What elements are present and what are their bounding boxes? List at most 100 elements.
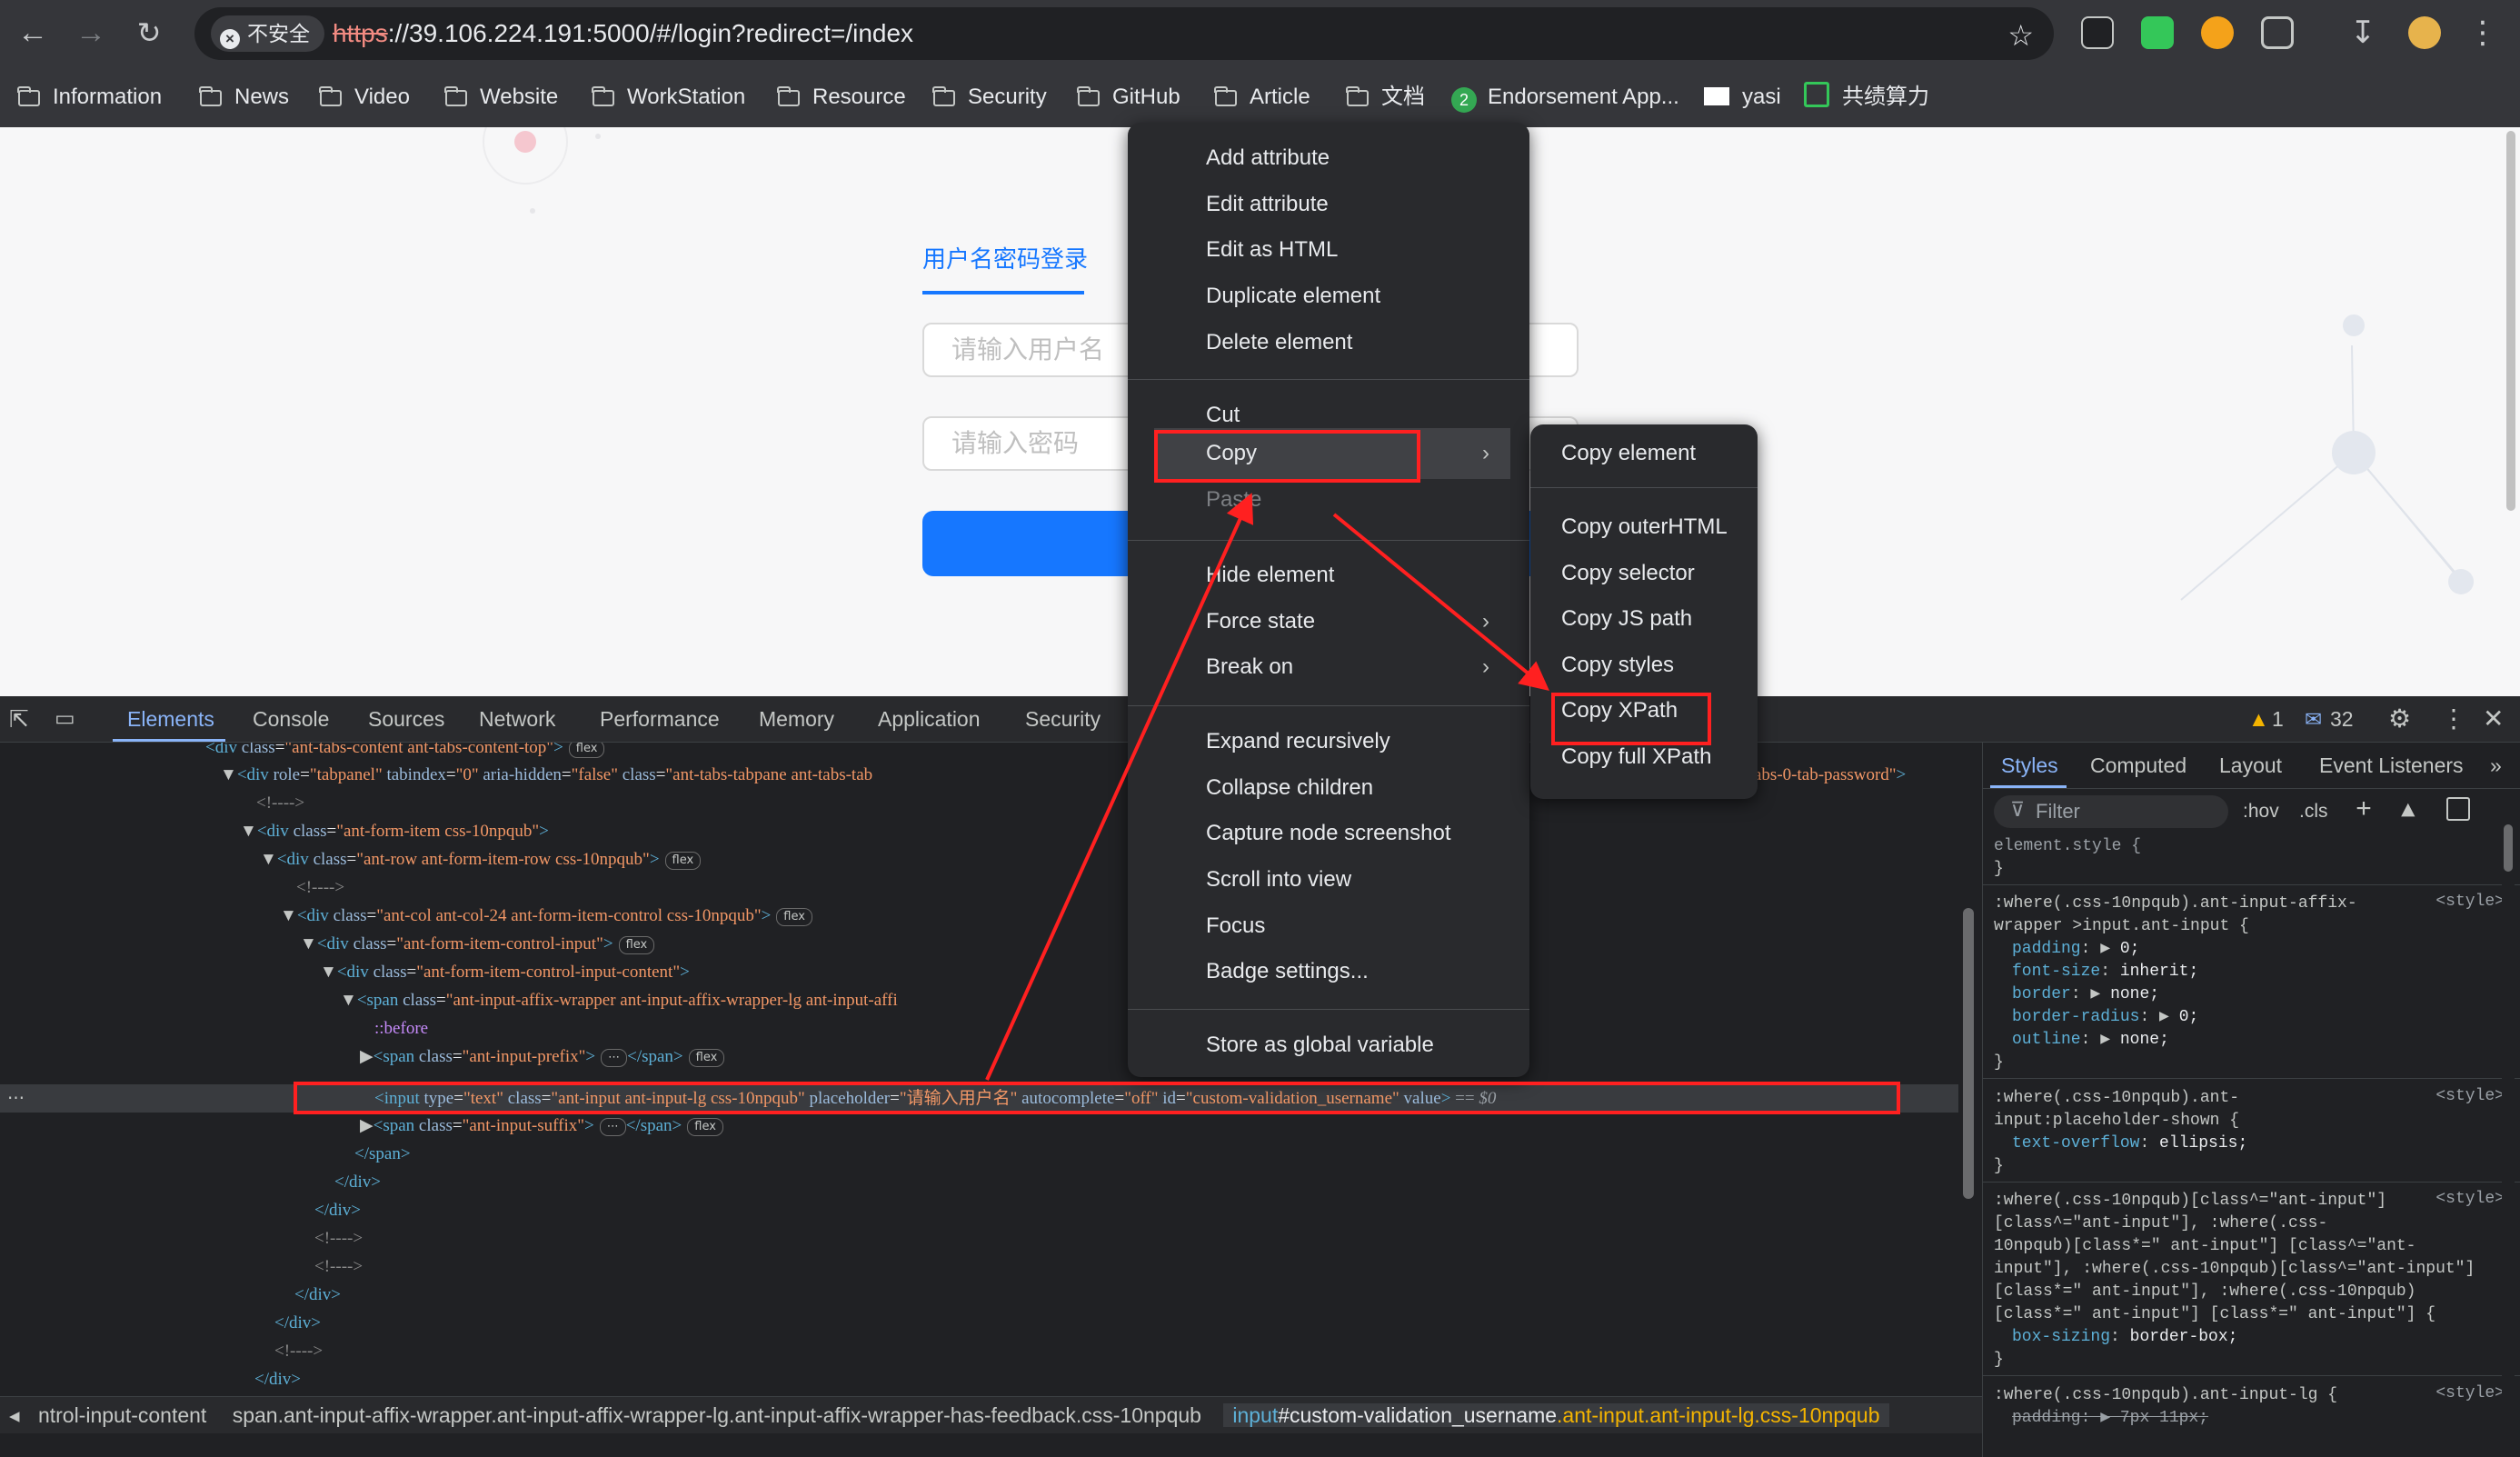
dom-comment[interactable]: <!----> — [256, 789, 304, 817]
toggle-sidebar-icon[interactable] — [2446, 797, 2470, 821]
dom-close[interactable]: </div> — [314, 1196, 361, 1224]
breadcrumb-item[interactable]: ntrol-input-content — [38, 1403, 206, 1427]
warning-count[interactable]: 1 — [2272, 696, 2284, 742]
menu-item-edit-attribute[interactable]: Edit attribute — [1206, 183, 1329, 226]
tab-security[interactable]: Security — [1025, 696, 1101, 742]
breadcrumb-item-current[interactable]: input#custom-validation_username.ant-inp… — [1223, 1403, 1889, 1427]
dom-close[interactable]: </span> — [354, 1140, 411, 1168]
dom-node[interactable]: ▼<div class="ant-form-item-control-input… — [300, 930, 655, 958]
style-declaration[interactable]: border: ▶ none; — [2012, 983, 2159, 1006]
tab-sources[interactable]: Sources — [368, 696, 444, 742]
menu-item-store-as-global-variable[interactable]: Store as global variable — [1206, 1023, 1434, 1067]
menu-item-break-on[interactable]: Break on — [1206, 645, 1293, 689]
url-text[interactable]: https://39.106.224.191:5000/#/login?redi… — [333, 7, 913, 60]
address-bar[interactable]: × 不安全 https://39.106.224.191:5000/#/login… — [194, 7, 2054, 60]
style-declaration[interactable]: border-radius: ▶ 0; — [2012, 1006, 2198, 1029]
style-declaration[interactable]: font-size: inherit; — [2012, 961, 2198, 983]
dom-node[interactable]: ▼<div class="ant-col ant-col-24 ant-form… — [280, 902, 812, 930]
menu-item-capture-node-screenshot[interactable]: Capture node screenshot — [1206, 812, 1451, 855]
menu-item-hide-element[interactable]: Hide element — [1206, 554, 1334, 597]
menu-item-collapse-children[interactable]: Collapse children — [1206, 766, 1373, 810]
bookmark-star-icon[interactable]: ☆ — [2007, 18, 2034, 53]
bookmark-folder[interactable]: Article — [1214, 67, 1310, 127]
dom-comment[interactable]: <!----> — [314, 1224, 363, 1252]
menu-item-badge-settings[interactable]: Badge settings... — [1206, 950, 1369, 993]
dom-node[interactable]: ▼<span class="ant-input-affix-wrapper an… — [340, 986, 898, 1014]
dom-node[interactable]: ▼<div role="tabpanel" tabindex="0" aria-… — [220, 761, 872, 789]
tab-network[interactable]: Network — [479, 696, 555, 742]
menu-item-scroll-into-view[interactable]: Scroll into view — [1206, 858, 1351, 902]
style-declaration[interactable]: text-overflow: ellipsis; — [2012, 1133, 2247, 1155]
styles-scroll-thumb[interactable] — [2504, 824, 2513, 872]
settings-gear-icon[interactable]: ⚙ — [2388, 696, 2411, 742]
style-source-link[interactable]: <style> — [2435, 1384, 2505, 1402]
more-tabs-icon[interactable]: » — [2490, 743, 2502, 788]
paint-icon[interactable]: ▲ — [2401, 797, 2415, 824]
menu-item-force-state[interactable]: Force state — [1206, 600, 1315, 644]
tab-elements[interactable]: Elements — [127, 696, 214, 742]
menu-item-copy-element[interactable]: Copy element — [1561, 432, 1696, 475]
extension-icon[interactable] — [2201, 16, 2234, 49]
style-declaration[interactable]: outline: ▶ none; — [2012, 1029, 2169, 1052]
ellipsis-badge[interactable]: ⋯ — [601, 1049, 628, 1067]
menu-item-copy-js-path[interactable]: Copy JS path — [1561, 597, 1692, 641]
menu-item-expand-recursively[interactable]: Expand recursively — [1206, 720, 1390, 763]
menu-item-copy-outerhtml[interactable]: Copy outerHTML — [1561, 505, 1728, 549]
back-icon[interactable]: ← — [15, 15, 51, 51]
tab-computed[interactable]: Computed — [2090, 743, 2186, 788]
more-menu-icon[interactable]: ⋮ — [2465, 15, 2501, 51]
dom-close[interactable]: </div> — [274, 1309, 321, 1337]
menu-item-delete-element[interactable]: Delete element — [1206, 321, 1352, 364]
style-source-link[interactable]: <style> — [2435, 1087, 2505, 1105]
tab-event-listeners[interactable]: Event Listeners — [2319, 743, 2464, 788]
tab-layout[interactable]: Layout — [2219, 743, 2282, 788]
flex-badge[interactable]: flex — [688, 1049, 725, 1067]
bookmark-folder[interactable]: Resource — [777, 67, 906, 127]
bookmark-folder[interactable]: 文档 — [1346, 67, 1425, 127]
dom-close[interactable]: </div> — [294, 1281, 341, 1309]
tab-styles[interactable]: Styles — [2001, 743, 2058, 788]
breadcrumb-item[interactable]: span.ant-input-affix-wrapper.ant-input-a… — [233, 1403, 1201, 1427]
flex-badge[interactable]: flex — [618, 936, 655, 954]
menu-item-copy-selector[interactable]: Copy selector — [1561, 552, 1695, 595]
dom-node[interactable]: ▼<div class="ant-form-item css-10npqub"> — [240, 817, 549, 845]
styles-scrollbar[interactable] — [2502, 797, 2515, 1457]
dom-scrollbar[interactable] — [1958, 743, 1978, 1395]
style-source-link[interactable]: <style> — [2435, 1190, 2505, 1208]
menu-item-duplicate-element[interactable]: Duplicate element — [1206, 274, 1380, 318]
node-actions-icon[interactable]: ⋯ — [7, 1084, 25, 1113]
flex-badge[interactable]: flex — [776, 908, 812, 926]
device-toolbar-icon[interactable]: ▭ — [55, 696, 75, 742]
add-rule-icon[interactable]: + — [2356, 795, 2372, 826]
dom-close[interactable]: </div> — [334, 1168, 381, 1196]
message-count[interactable]: 32 — [2330, 696, 2354, 742]
tab-console[interactable]: Console — [253, 696, 329, 742]
dom-pseudo[interactable]: ::before — [374, 1014, 428, 1043]
inspect-element-icon[interactable]: ⇱ — [9, 696, 29, 742]
bookmark-link[interactable]: yasi — [1704, 67, 1781, 127]
warning-icon[interactable]: ▲ — [2248, 696, 2269, 742]
styles-filter-input[interactable]: Filter — [1994, 795, 2228, 828]
dom-comment[interactable]: <!----> — [274, 1337, 323, 1365]
forward-icon[interactable]: → — [73, 15, 109, 51]
close-devtools-icon[interactable]: ✕ — [2483, 696, 2504, 742]
style-declaration[interactable]: box-sizing: border-box; — [2012, 1326, 2237, 1349]
dom-node[interactable]: ▶<span class="ant-input-prefix"> ⋯ </span>… — [360, 1043, 725, 1071]
reload-icon[interactable]: ↻ — [131, 15, 167, 51]
dom-comment[interactable]: <!----> — [314, 1252, 363, 1281]
extension-icon[interactable] — [2081, 16, 2114, 49]
flex-badge[interactable]: flex — [664, 852, 702, 870]
menu-item-copy-styles[interactable]: Copy styles — [1561, 644, 1674, 687]
bookmark-folder[interactable]: GitHub — [1077, 67, 1180, 127]
bookmark-folder[interactable]: Website — [444, 67, 558, 127]
menu-item-edit-as-html[interactable]: Edit as HTML — [1206, 228, 1338, 272]
extension-icon[interactable] — [2141, 16, 2174, 49]
bookmark-folder[interactable]: Security — [932, 67, 1047, 127]
menu-item-add-attribute[interactable]: Add attribute — [1206, 136, 1330, 180]
dom-node[interactable]: ▼<div class="ant-row ant-form-item-row c… — [260, 845, 702, 873]
flex-badge[interactable]: flex — [687, 1118, 723, 1136]
style-declaration[interactable]: padding: ▶ 0; — [2012, 938, 2139, 961]
page-scrollbar[interactable] — [2506, 131, 2515, 511]
security-chip[interactable]: × 不安全 — [211, 15, 324, 52]
ellipsis-badge[interactable]: ⋯ — [599, 1118, 626, 1136]
